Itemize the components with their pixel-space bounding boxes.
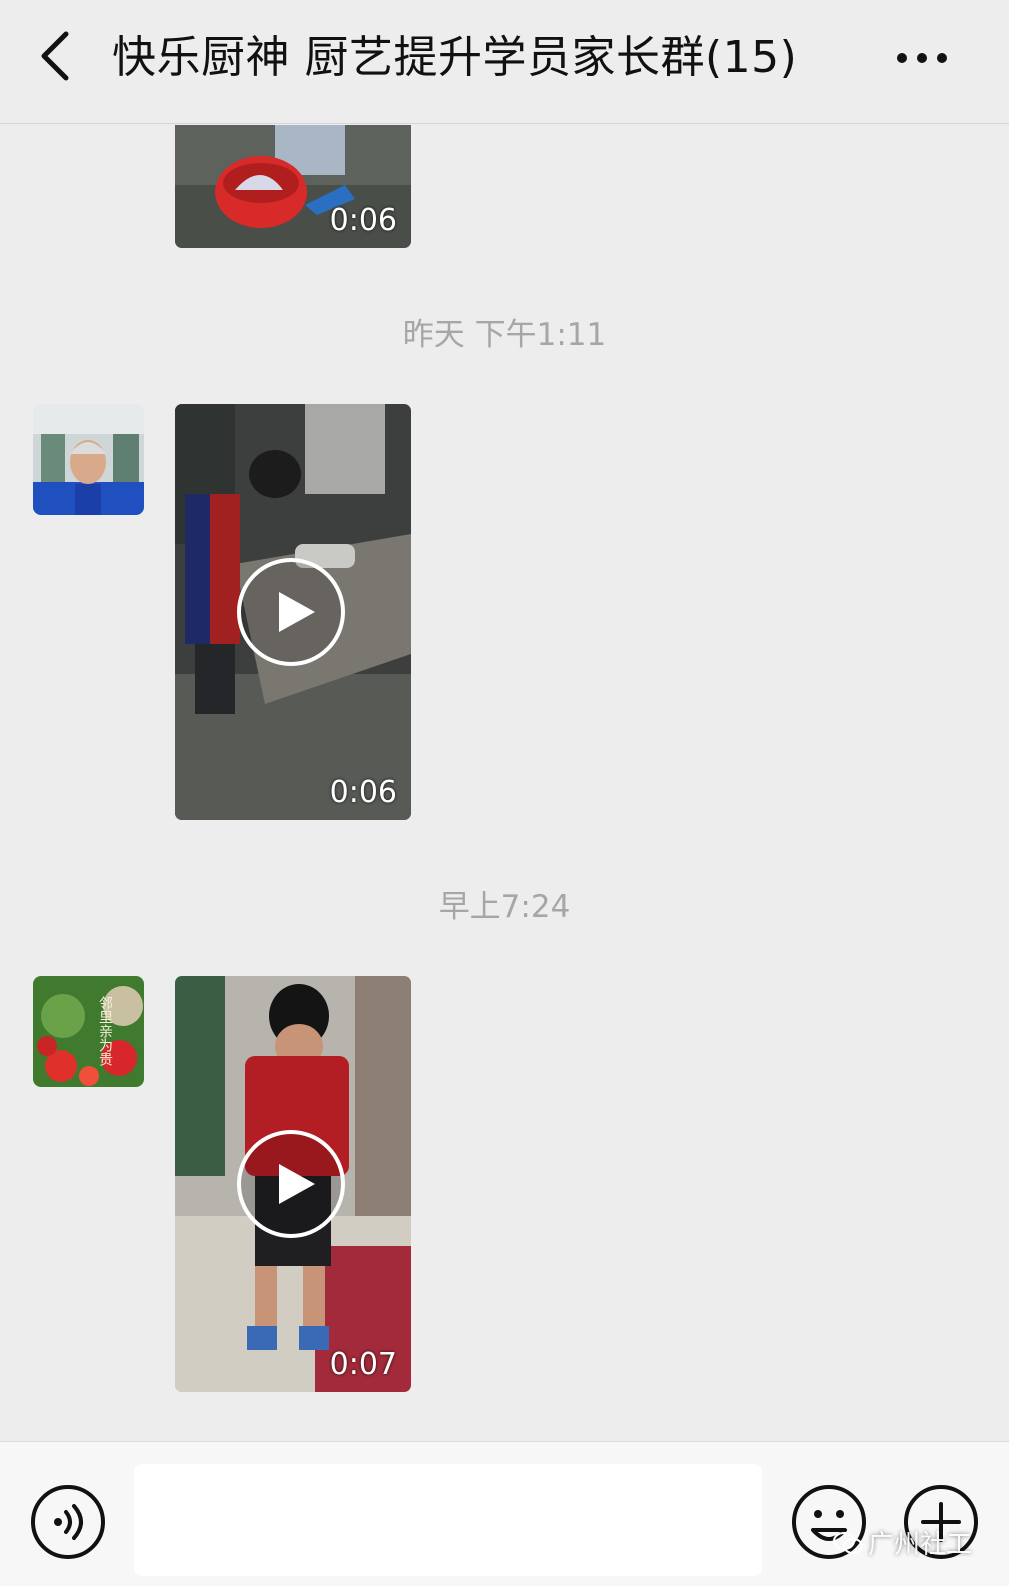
watermark: 广州社工 [832, 1524, 972, 1561]
chat-header: 快乐厨神 厨艺提升学员家长群(15) [0, 0, 1009, 124]
video-duration: 0:07 [329, 1347, 397, 1382]
back-button[interactable] [30, 24, 90, 88]
input-bar [0, 1441, 1009, 1586]
avatar-text: 邻里亲为贵 [97, 996, 113, 1066]
chat-title: 快乐厨神 厨艺提升学员家长群(15) [112, 32, 798, 83]
more-dots-icon [897, 53, 947, 63]
video-duration: 0:06 [329, 203, 397, 238]
video-message[interactable]: 0:07 [175, 976, 411, 1392]
voice-button[interactable] [30, 1484, 106, 1560]
watermark-text: 广州社工 [868, 1530, 973, 1560]
avatar[interactable]: 邻里亲为贵 [33, 976, 144, 1087]
avatar[interactable] [33, 404, 144, 515]
video-message[interactable]: 0:06 [175, 125, 411, 248]
message-list[interactable]: 0:06 昨天 下午1:11 0:06 早上7:24 邻里亲为贵 0:07 [0, 125, 1009, 1440]
more-button[interactable] [892, 34, 956, 82]
timestamp: 早上7:24 [438, 889, 571, 925]
video-message[interactable]: 0:06 [175, 404, 411, 820]
play-icon [237, 1130, 345, 1238]
avatar-image: 邻里亲为贵 [33, 976, 144, 1087]
wechat-logo-icon [833, 1531, 863, 1554]
video-duration: 0:06 [329, 775, 397, 810]
chevron-left-icon [41, 31, 69, 81]
play-icon [237, 558, 345, 666]
message-input[interactable] [134, 1464, 762, 1576]
voice-icon [31, 1485, 105, 1559]
avatar-image [33, 404, 144, 515]
timestamp: 昨天 下午1:11 [402, 317, 607, 353]
